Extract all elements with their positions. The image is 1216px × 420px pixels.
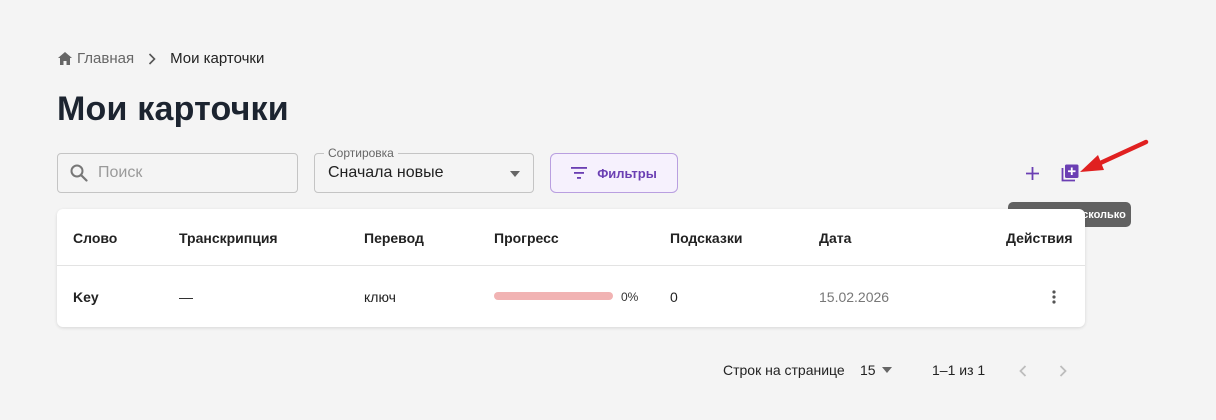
- filters-label: Фильтры: [597, 165, 657, 181]
- column-header-progress[interactable]: Прогресс: [494, 230, 559, 246]
- rows-per-page-label: Строк на странице: [723, 362, 845, 378]
- chevron-left-icon: [1019, 365, 1027, 377]
- cell-transcription: —: [179, 289, 193, 305]
- chevron-right-icon: [148, 52, 156, 65]
- cell-date: 15.02.2026: [819, 289, 890, 305]
- chevron-right-icon: [1059, 365, 1067, 377]
- sort-select[interactable]: Сортировка Сначала новые: [314, 146, 534, 193]
- column-header-date[interactable]: Дата: [819, 230, 851, 246]
- breadcrumb-home-label: Главная: [77, 50, 135, 67]
- column-header-translation[interactable]: Перевод: [364, 230, 424, 246]
- breadcrumb: Главная Мои карточки: [58, 50, 264, 67]
- search-icon: [70, 164, 88, 182]
- pagination-range: 1–1 из 1: [932, 362, 986, 378]
- column-header-hints[interactable]: Подсказки: [670, 230, 742, 246]
- column-header-transcription[interactable]: Транскрипция: [179, 230, 278, 246]
- progress-percent: 0%: [621, 290, 639, 304]
- home-icon: [58, 52, 72, 65]
- rows-per-page-value: 15: [860, 362, 876, 378]
- search-input[interactable]: [98, 164, 278, 182]
- annotation-arrow-icon: [1080, 139, 1149, 172]
- add-card-button[interactable]: [1020, 161, 1044, 185]
- caret-down-icon: [510, 171, 520, 177]
- cell-word: Key: [73, 289, 99, 305]
- column-header-word[interactable]: Слово: [73, 230, 117, 246]
- row-actions-button[interactable]: [1045, 287, 1063, 307]
- column-header-actions: Действия: [1006, 230, 1073, 246]
- breadcrumb-home-link[interactable]: Главная: [58, 50, 134, 67]
- filter-icon: [571, 167, 588, 179]
- more-vertical-icon: [1052, 290, 1056, 304]
- cards-table: Слово Транскрипция Перевод Прогресс Подс…: [57, 209, 1085, 327]
- cell-translation: ключ: [364, 289, 396, 305]
- table-row[interactable]: Key — ключ 0% 0 15.02.2026: [57, 266, 1085, 327]
- next-page-button[interactable]: [1053, 361, 1073, 381]
- sort-value: Сначала новые: [328, 164, 444, 181]
- page-title: Мои карточки: [57, 90, 289, 128]
- table-header: Слово Транскрипция Перевод Прогресс Подс…: [57, 209, 1085, 266]
- progress-bar: [494, 292, 613, 300]
- filters-button[interactable]: Фильтры: [550, 153, 678, 193]
- caret-down-icon: [881, 367, 892, 373]
- cell-hints: 0: [670, 289, 678, 305]
- sort-label: Сортировка: [324, 146, 398, 160]
- plus-icon: [1025, 166, 1039, 180]
- previous-page-button[interactable]: [1013, 361, 1033, 381]
- rows-per-page-select[interactable]: 15: [860, 362, 892, 378]
- search-field[interactable]: [57, 153, 298, 193]
- breadcrumb-current: Мои карточки: [170, 50, 265, 67]
